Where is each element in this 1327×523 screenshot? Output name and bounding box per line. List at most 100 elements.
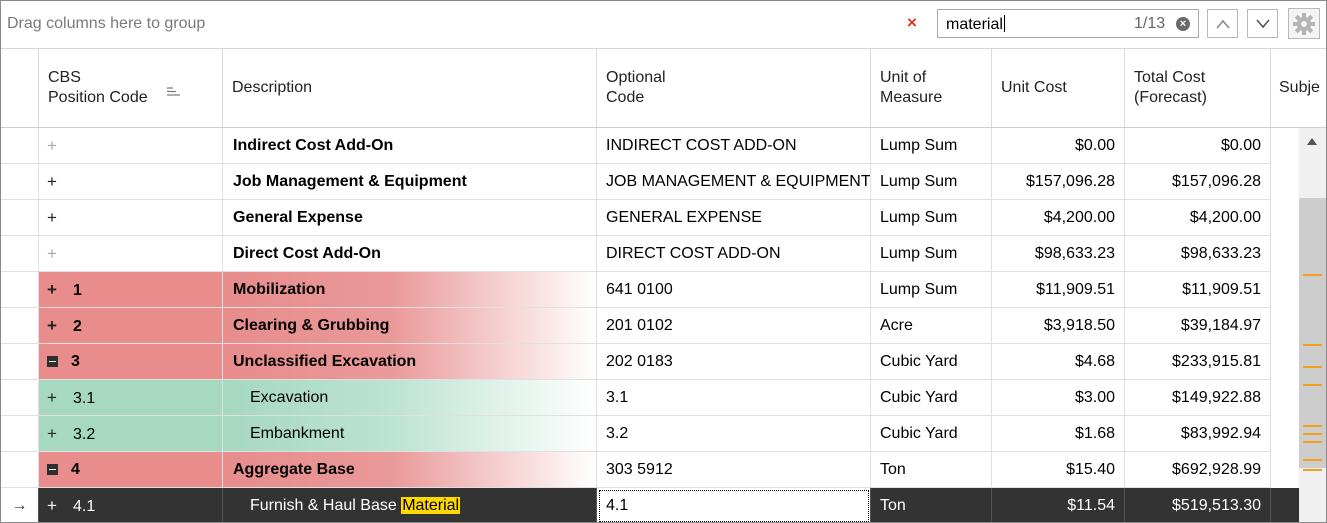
table-row[interactable]: + General Expense GENERAL EXPENSE Lump S… (1, 200, 1271, 236)
unit-of-measure-cell[interactable]: Lump Sum (871, 272, 992, 308)
row-indicator[interactable] (1, 200, 39, 236)
table-row[interactable]: + Job Management & Equipment JOB MANAGEM… (1, 164, 1271, 200)
optional-code-cell[interactable]: 3.1 (597, 380, 871, 416)
unit-of-measure-cell[interactable]: Lump Sum (871, 236, 992, 272)
total-cost-cell[interactable]: $11,909.51 (1125, 272, 1271, 308)
row-indicator[interactable] (1, 344, 39, 380)
description-cell[interactable]: Direct Cost Add-On (223, 236, 597, 272)
total-cost-cell[interactable]: $692,928.99 (1125, 452, 1271, 488)
cbs-cell[interactable]: 3 (39, 344, 223, 380)
description-cell[interactable]: Furnish & Haul Base Material (223, 488, 597, 522)
optional-code-cell[interactable]: GENERAL EXPENSE (597, 200, 871, 236)
row-indicator[interactable] (1, 452, 39, 488)
table-row[interactable]: + Indirect Cost Add-On INDIRECT COST ADD… (1, 128, 1271, 164)
expand-icon[interactable]: + (47, 380, 63, 415)
optional-code-cell[interactable]: JOB MANAGEMENT & EQUIPMENT (597, 164, 871, 200)
total-cost-cell[interactable]: $39,184.97 (1125, 308, 1271, 344)
optional-code-cell-focused[interactable]: 4.1 (597, 488, 871, 522)
table-row[interactable]: +3.2 Embankment 3.2 Cubic Yard $1.68 $83… (1, 416, 1271, 452)
unit-cost-cell[interactable]: $3.00 (992, 380, 1125, 416)
row-indicator[interactable] (1, 236, 39, 272)
expand-icon[interactable]: + (47, 272, 63, 307)
expand-icon[interactable]: + (47, 416, 63, 451)
previous-match-button[interactable] (1207, 9, 1238, 38)
total-cost-cell[interactable]: $98,633.23 (1125, 236, 1271, 272)
description-cell[interactable]: Aggregate Base (223, 452, 597, 488)
unit-cost-cell[interactable]: $15.40 (992, 452, 1125, 488)
total-cost-cell[interactable]: $157,096.28 (1125, 164, 1271, 200)
unit-of-measure-cell[interactable]: Acre (871, 308, 992, 344)
cbs-cell[interactable]: +3.1 (39, 380, 223, 416)
optional-code-cell[interactable]: 641 0100 (597, 272, 871, 308)
table-row-selected[interactable]: → +4.1 Furnish & Haul Base Material 4.1 … (1, 488, 1271, 522)
cbs-cell[interactable]: + (39, 164, 223, 200)
total-cost-cell[interactable]: $149,922.88 (1125, 380, 1271, 416)
vertical-scrollbar[interactable] (1299, 128, 1326, 522)
next-match-button[interactable] (1247, 9, 1278, 38)
expand-icon[interactable]: + (47, 128, 63, 163)
unit-cost-cell[interactable]: $11,909.51 (992, 272, 1125, 308)
cbs-cell[interactable]: +3.2 (39, 416, 223, 452)
description-cell[interactable]: Job Management & Equipment (223, 164, 597, 200)
clear-search-icon[interactable]: × (1176, 17, 1190, 31)
row-indicator[interactable] (1, 416, 39, 452)
column-header-cbs-position-code[interactable]: CBS Position Code (39, 49, 223, 127)
total-cost-cell[interactable]: $233,915.81 (1125, 344, 1271, 380)
cbs-cell[interactable]: + (39, 236, 223, 272)
column-header-subject[interactable]: Subje (1271, 49, 1326, 127)
expand-icon[interactable]: + (47, 488, 63, 522)
row-indicator[interactable] (1, 164, 39, 200)
cbs-cell[interactable]: 4 (39, 452, 223, 488)
optional-code-cell[interactable]: 303 5912 (597, 452, 871, 488)
column-header-unit-of-measure[interactable]: Unit of Measure (871, 49, 992, 127)
unit-cost-cell[interactable]: $3,918.50 (992, 308, 1125, 344)
column-header-optional-code[interactable]: Optional Code (597, 49, 871, 127)
expand-icon[interactable]: + (47, 200, 63, 235)
subject-cell-selected[interactable] (1271, 488, 1299, 522)
cbs-cell[interactable]: + (39, 200, 223, 236)
unit-cost-cell[interactable]: $98,633.23 (992, 236, 1125, 272)
close-search-icon[interactable]: × (907, 13, 917, 33)
optional-code-cell[interactable]: 202 0183 (597, 344, 871, 380)
table-row[interactable]: 3 Unclassified Excavation 202 0183 Cubic… (1, 344, 1271, 380)
collapse-icon[interactable] (47, 356, 58, 367)
cbs-cell[interactable]: + (39, 128, 223, 164)
table-row[interactable]: +1 Mobilization 641 0100 Lump Sum $11,90… (1, 272, 1271, 308)
description-cell[interactable]: Excavation (223, 380, 597, 416)
sort-icon[interactable] (167, 85, 181, 103)
expand-icon[interactable]: + (47, 164, 63, 199)
unit-of-measure-cell[interactable]: Cubic Yard (871, 380, 992, 416)
search-input[interactable]: material (946, 15, 1005, 34)
total-cost-cell[interactable]: $83,992.94 (1125, 416, 1271, 452)
cbs-cell[interactable]: +4.1 (39, 488, 223, 522)
unit-of-measure-cell[interactable]: Ton (871, 488, 992, 522)
unit-of-measure-cell[interactable]: Lump Sum (871, 128, 992, 164)
table-row[interactable]: + Direct Cost Add-On DIRECT COST ADD-ON … (1, 236, 1271, 272)
table-row[interactable]: 4 Aggregate Base 303 5912 Ton $15.40 $69… (1, 452, 1271, 488)
description-cell[interactable]: Clearing & Grubbing (223, 308, 597, 344)
total-cost-cell[interactable]: $519,513.30 (1125, 488, 1271, 522)
cbs-cell[interactable]: +1 (39, 272, 223, 308)
scroll-up-arrow-icon[interactable] (1307, 138, 1317, 145)
optional-code-cell[interactable]: 201 0102 (597, 308, 871, 344)
optional-code-cell[interactable]: DIRECT COST ADD-ON (597, 236, 871, 272)
unit-of-measure-cell[interactable]: Ton (871, 452, 992, 488)
description-cell[interactable]: Embankment (223, 416, 597, 452)
unit-cost-cell[interactable]: $1.68 (992, 416, 1125, 452)
unit-cost-cell[interactable]: $11.54 (992, 488, 1125, 522)
unit-of-measure-cell[interactable]: Lump Sum (871, 200, 992, 236)
total-cost-cell[interactable]: $0.00 (1125, 128, 1271, 164)
description-cell[interactable]: Mobilization (223, 272, 597, 308)
unit-of-measure-cell[interactable]: Cubic Yard (871, 416, 992, 452)
expand-icon[interactable]: + (47, 308, 63, 343)
unit-cost-cell[interactable]: $157,096.28 (992, 164, 1125, 200)
optional-code-cell[interactable]: 3.2 (597, 416, 871, 452)
table-row[interactable]: +3.1 Excavation 3.1 Cubic Yard $3.00 $14… (1, 380, 1271, 416)
total-cost-cell[interactable]: $4,200.00 (1125, 200, 1271, 236)
column-header-description[interactable]: Description (223, 49, 597, 127)
scrollbar-thumb[interactable] (1299, 198, 1326, 468)
unit-cost-cell[interactable]: $4,200.00 (992, 200, 1125, 236)
description-cell[interactable]: Indirect Cost Add-On (223, 128, 597, 164)
row-indicator[interactable] (1, 128, 39, 164)
collapse-icon[interactable] (47, 464, 58, 475)
